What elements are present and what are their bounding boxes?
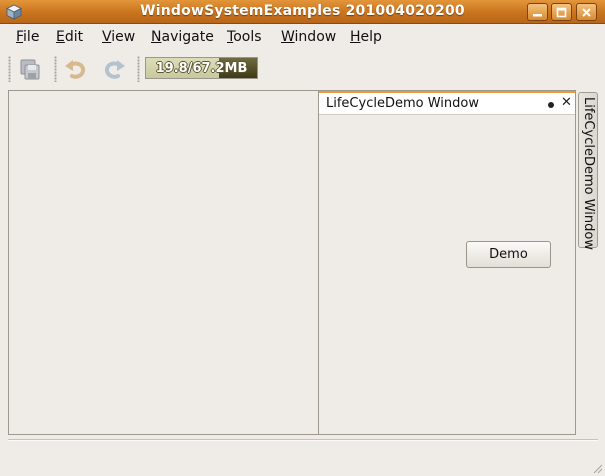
menu-file[interactable]: File	[16, 29, 39, 45]
menu-mnemonic: W	[281, 29, 295, 45]
redo-icon	[104, 60, 125, 79]
menu-navigate[interactable]: Navigate	[151, 29, 214, 45]
menu-mnemonic: V	[102, 29, 112, 45]
menu-label: ile	[23, 29, 40, 45]
toolbar-grip[interactable]	[54, 56, 57, 82]
memory-text: 19.8/67.2MB	[155, 61, 248, 76]
maximize-icon	[556, 7, 567, 18]
minimize-button[interactable]	[527, 3, 548, 21]
menu-mnemonic: F	[16, 29, 24, 45]
side-tab-label: LifeCycleDemo Window	[581, 97, 596, 250]
memory-indicator[interactable]: 19.8/67.2MB	[145, 57, 258, 79]
menu-label: elp	[360, 29, 382, 45]
save-all-button[interactable]	[17, 57, 43, 83]
close-icon	[582, 8, 591, 17]
close-button[interactable]	[576, 3, 597, 21]
menu-label: ools	[233, 29, 262, 45]
menu-window[interactable]: Window	[281, 29, 336, 45]
window-title: WindowSystemExamples 201004020200	[140, 3, 465, 19]
undo-icon	[65, 60, 86, 79]
menu-help[interactable]: Help	[350, 29, 382, 45]
menu-tools[interactable]: Tools	[227, 29, 262, 45]
redo-button[interactable]	[101, 57, 127, 83]
menu-label: iew	[111, 29, 136, 45]
menu-bar: File Edit View Navigate Tools Window Hel…	[0, 24, 605, 49]
maximize-button[interactable]	[551, 3, 572, 21]
menu-mnemonic: N	[151, 29, 162, 45]
editor-area[interactable]	[9, 91, 319, 434]
demo-button[interactable]: Demo	[466, 241, 551, 268]
save-all-icon	[20, 59, 40, 80]
toolbar-grip[interactable]	[137, 56, 140, 82]
menu-mnemonic: H	[350, 29, 361, 45]
tab-label: LifeCycleDemo Window	[326, 96, 479, 111]
tab-modified-dot-icon	[548, 102, 554, 108]
menu-label: dit	[64, 29, 84, 45]
resize-grip-icon[interactable]	[593, 464, 603, 474]
tab-lifecycledemo-window[interactable]: LifeCycleDemo Window ✕	[319, 91, 575, 115]
toolbar-grip[interactable]	[8, 56, 11, 82]
menu-label: avigate	[161, 29, 214, 45]
minimize-icon	[533, 14, 542, 17]
undo-button[interactable]	[63, 57, 89, 83]
side-tab-lifecycledemo-window[interactable]: LifeCycleDemo Window	[578, 92, 598, 250]
menu-edit[interactable]: Edit	[56, 29, 83, 45]
status-bar-highlight	[8, 440, 598, 441]
menu-label: indow	[294, 29, 337, 45]
toolbar	[0, 50, 605, 88]
menu-view[interactable]: View	[102, 29, 135, 45]
tab-close-icon[interactable]: ✕	[561, 96, 572, 110]
menu-mnemonic: E	[56, 29, 65, 45]
title-bar[interactable]: WindowSystemExamples 201004020200	[0, 0, 605, 24]
